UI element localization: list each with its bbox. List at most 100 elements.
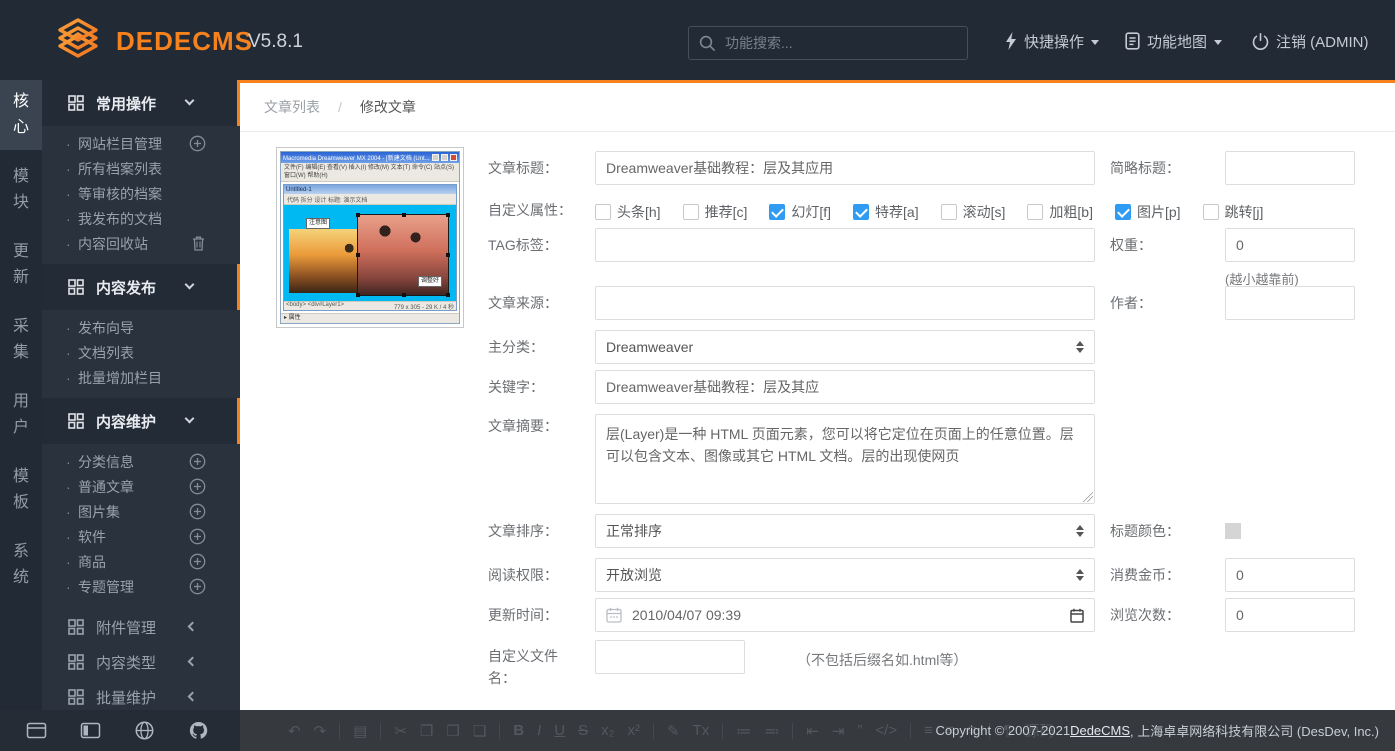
underline-icon[interactable]: U	[554, 722, 565, 739]
sidebar-item-all-archives[interactable]: ·所有档案列表	[42, 156, 240, 181]
sidebar-item-site-columns[interactable]: ·网站栏目管理	[42, 131, 240, 156]
flag-recommend[interactable]: 推荐[c]	[683, 202, 748, 222]
checkbox-checked-icon[interactable]	[769, 204, 785, 220]
sidebar-layout-icon[interactable]	[80, 720, 101, 741]
plus-circle-icon[interactable]	[189, 503, 206, 520]
trash-icon[interactable]	[191, 235, 206, 252]
paste-icon[interactable]: ❒	[446, 722, 459, 740]
sidebar-item-batch-add-columns[interactable]: ·批量增加栏目	[42, 365, 240, 390]
section-common-operations[interactable]: 常用操作	[42, 80, 240, 126]
tags-input[interactable]	[595, 228, 1095, 262]
window-icon[interactable]	[26, 720, 47, 741]
sidebar-item-publish-wizard[interactable]: ·发布向导	[42, 315, 240, 340]
plus-circle-icon[interactable]	[189, 578, 206, 595]
ordered-list-icon[interactable]: ≔	[736, 722, 751, 740]
plus-circle-icon[interactable]	[189, 528, 206, 545]
github-icon[interactable]	[188, 720, 209, 741]
div-container-icon[interactable]: </>	[875, 722, 897, 739]
plus-circle-icon[interactable]	[189, 553, 206, 570]
align-left-icon[interactable]: ≡	[924, 722, 933, 739]
flag-picture[interactable]: 图片[p]	[1115, 202, 1181, 222]
coins-input[interactable]	[1225, 558, 1355, 592]
bold-icon[interactable]: B	[513, 722, 524, 739]
rail-tab-system[interactable]: 系统	[0, 530, 42, 600]
globe-icon[interactable]	[134, 720, 155, 741]
section-content-publish[interactable]: 内容发布	[42, 264, 240, 310]
weight-input[interactable]	[1225, 228, 1355, 262]
quick-actions-button[interactable]: 快捷操作	[1005, 30, 1099, 52]
checkbox-icon[interactable]	[941, 204, 957, 220]
copyright-dedecms-link[interactable]: DedeCMS	[1070, 723, 1130, 738]
sidebar-item-software[interactable]: ·软件	[42, 524, 240, 549]
flag-headline[interactable]: 头条[h]	[595, 202, 661, 222]
short-title-input[interactable]	[1225, 151, 1355, 185]
bullet-list-icon[interactable]: ≕	[764, 722, 779, 740]
plus-circle-icon[interactable]	[189, 478, 206, 495]
filename-input[interactable]	[595, 640, 745, 674]
format-brush-icon[interactable]: ✎	[667, 722, 680, 740]
paste-word-icon[interactable]: ❏	[473, 722, 486, 740]
search-input[interactable]	[725, 35, 957, 51]
flag-jump[interactable]: 跳转[j]	[1203, 202, 1264, 222]
author-input[interactable]	[1225, 286, 1355, 320]
read-access-select[interactable]: 开放浏览	[595, 558, 1095, 592]
sidebar-item-image-gallery[interactable]: ·图片集	[42, 499, 240, 524]
sidebar-item-pending-archives[interactable]: ·等审核的档案	[42, 181, 240, 206]
checkbox-icon[interactable]	[595, 204, 611, 220]
sidebar-item-recycle-bin[interactable]: ·内容回收站	[42, 231, 240, 256]
section-content-maintenance[interactable]: 内容维护	[42, 398, 240, 444]
rail-tab-users[interactable]: 用户	[0, 380, 42, 450]
flag-scroll[interactable]: 滚动[s]	[941, 202, 1006, 222]
remove-format-icon[interactable]: Tx	[693, 722, 710, 739]
flag-bold[interactable]: 加粗[b]	[1027, 202, 1093, 222]
italic-icon[interactable]: I	[537, 722, 541, 739]
new-doc-icon[interactable]: ▤	[353, 722, 367, 740]
flag-slide[interactable]: 幻灯[f]	[769, 202, 831, 222]
summary-textarea[interactable]: 层(Layer)是一种 HTML 页面元素，您可以将它定位在页面上的任意位置。层…	[595, 414, 1095, 504]
superscript-icon[interactable]: x²	[627, 722, 640, 739]
title-input[interactable]	[595, 151, 1095, 185]
rail-tab-core[interactable]: 核心	[0, 80, 42, 150]
title-color-swatch[interactable]	[1225, 523, 1241, 539]
sidebar-item-my-documents[interactable]: ·我发布的文档	[42, 206, 240, 231]
views-input[interactable]	[1225, 598, 1355, 632]
category-select[interactable]: Dreamweaver	[595, 330, 1095, 364]
update-time-input[interactable]: 2010/04/07 09:39	[595, 598, 1095, 632]
logout-button[interactable]: 注销 (ADMIN)	[1252, 30, 1369, 52]
copy-icon[interactable]: ❐	[420, 722, 433, 740]
rail-tab-update[interactable]: 更新	[0, 230, 42, 300]
section-attachment-management[interactable]: 附件管理	[42, 612, 240, 642]
flag-special[interactable]: 特荐[a]	[853, 202, 919, 222]
sidebar-item-normal-article[interactable]: ·普通文章	[42, 474, 240, 499]
feature-map-button[interactable]: 功能地图	[1125, 30, 1222, 52]
checkbox-icon[interactable]	[1027, 204, 1043, 220]
breadcrumb-parent[interactable]: 文章列表	[264, 97, 320, 117]
keywords-input[interactable]	[595, 370, 1095, 404]
checkbox-icon[interactable]	[1203, 204, 1219, 220]
rail-tab-collect[interactable]: 采集	[0, 305, 42, 375]
outdent-icon[interactable]: ⇤	[806, 722, 819, 740]
function-search[interactable]	[688, 26, 968, 60]
section-batch-maintenance[interactable]: 批量维护	[42, 682, 240, 710]
sidebar-item-document-list[interactable]: ·文档列表	[42, 340, 240, 365]
sidebar-item-product[interactable]: ·商品	[42, 549, 240, 574]
subscript-icon[interactable]: x₂	[601, 722, 614, 739]
section-content-types[interactable]: 内容类型	[42, 647, 240, 677]
strikethrough-icon[interactable]: S	[578, 722, 588, 739]
cut-icon[interactable]: ✂	[394, 722, 407, 740]
checkbox-checked-icon[interactable]	[853, 204, 869, 220]
source-input[interactable]	[595, 286, 1095, 320]
indent-icon[interactable]: ⇥	[832, 722, 845, 740]
blockquote-icon[interactable]: ”	[857, 722, 862, 739]
checkbox-icon[interactable]	[683, 204, 699, 220]
rail-tab-templates[interactable]: 模板	[0, 455, 42, 525]
sidebar-item-classified-info[interactable]: ·分类信息	[42, 449, 240, 474]
undo-icon[interactable]: ↶	[288, 722, 301, 740]
rail-tab-modules[interactable]: 模块	[0, 155, 42, 225]
plus-circle-icon[interactable]	[189, 135, 206, 152]
date-picker-icon[interactable]	[1070, 608, 1084, 623]
sidebar-item-topic-management[interactable]: ·专题管理	[42, 574, 240, 599]
resize-grip-icon[interactable]	[1083, 492, 1093, 502]
redo-icon[interactable]: ↷	[314, 722, 327, 740]
sort-select[interactable]: 正常排序	[595, 514, 1095, 548]
